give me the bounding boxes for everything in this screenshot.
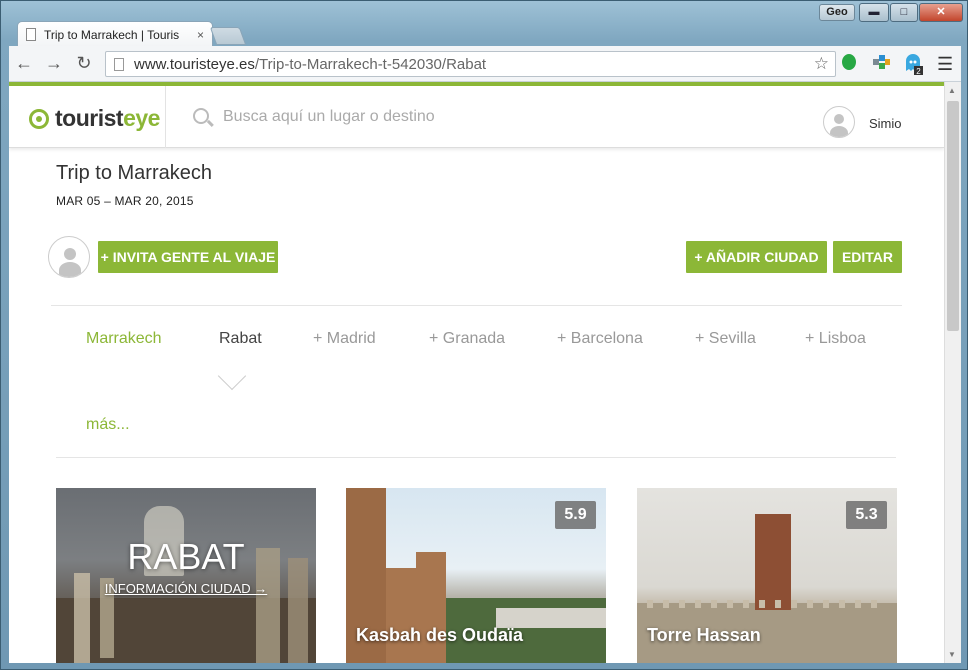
place-title: Kasbah des Oudaïa [356, 625, 524, 645]
reload-button[interactable]: ↻ [69, 53, 99, 74]
site-header: touristeye Simio [9, 86, 944, 148]
title-bar: Trip to Marrakech | Touris × Geo ▬ □ ✕ [1, 1, 968, 47]
add-city-button[interactable]: + AÑADIR CIUDAD [686, 241, 827, 273]
user-avatar[interactable] [823, 106, 855, 138]
trip-member-avatar[interactable] [48, 236, 90, 278]
page-icon [114, 57, 124, 71]
city-info-link[interactable]: INFORMACIÓN CIUDAD → [56, 581, 316, 596]
city-tab-barcelona[interactable]: + Barcelona [557, 330, 643, 348]
search-icon [193, 108, 209, 124]
selected-tab-chevron-icon [217, 361, 247, 391]
divider [56, 457, 896, 458]
tab-close-icon[interactable]: × [197, 28, 204, 42]
browser-window: Trip to Marrakech | Touris × Geo ▬ □ ✕ ←… [0, 0, 968, 670]
menu-icon[interactable]: ☰ [937, 54, 953, 75]
url-host: www.touristeye.es [134, 55, 255, 73]
scrollbar[interactable]: ▲ ▼ [944, 82, 961, 663]
extension-badge-count: 2 [916, 67, 921, 75]
city-tab-rabat[interactable]: Rabat [219, 330, 262, 348]
city-tab-granada[interactable]: + Granada [429, 330, 505, 348]
scroll-thumb[interactable] [947, 101, 959, 331]
address-bar[interactable]: www.touristeye.es/Trip-to-Marrakech-t-54… [105, 51, 836, 77]
edit-button[interactable]: EDITAR [833, 241, 902, 273]
forward-button[interactable]: → [39, 53, 69, 74]
logo-text-right: eye [123, 105, 160, 131]
tab-title: Trip to Marrakech | Touris [44, 27, 180, 42]
maximize-button[interactable]: □ [890, 3, 918, 22]
columns-shape [647, 600, 887, 608]
more-cities-link[interactable]: más... [86, 416, 130, 434]
place-score: 5.3 [846, 501, 887, 529]
tower-shape [755, 514, 791, 610]
username[interactable]: Simio [869, 116, 902, 131]
browser-toolbar: ← → ↻ www.touristeye.es/Trip-to-Marrakec… [9, 46, 961, 82]
scroll-up-icon[interactable]: ▲ [948, 86, 956, 95]
header-divider [165, 86, 166, 148]
invite-people-button[interactable]: + INVITA GENTE AL VIAJE [98, 241, 278, 273]
leaf-extension-icon[interactable] [839, 53, 859, 73]
place-score: 5.9 [555, 501, 596, 529]
card-city-name: RABAT [127, 536, 245, 577]
logo[interactable]: touristeye [29, 105, 160, 132]
divider [51, 305, 902, 306]
logo-mark-icon [29, 108, 49, 129]
bookmark-star-icon[interactable]: ☆ [814, 54, 829, 74]
back-button[interactable]: ← [9, 53, 39, 74]
new-tab-button[interactable] [209, 27, 247, 45]
page-icon [26, 28, 36, 41]
ghost-extension-icon[interactable]: 2 [903, 53, 923, 76]
tower-shape [416, 552, 446, 592]
minimize-button[interactable]: ▬ [859, 3, 889, 22]
page-viewport: touristeye Simio Trip to Marrakech MAR 0… [9, 82, 944, 663]
city-tab-sevilla[interactable]: + Sevilla [695, 330, 756, 348]
close-window-button[interactable]: ✕ [919, 3, 963, 22]
url-path: /Trip-to-Marrakech-t-542030/Rabat [254, 55, 487, 73]
place-card-torre-hassan[interactable]: 5.3 Torre Hassan [637, 488, 897, 663]
logo-text-left: tourist [55, 105, 124, 131]
city-card-rabat[interactable]: RABAT INFORMACIÓN CIUDAD → [56, 488, 316, 663]
trip-title: Trip to Marrakech [56, 162, 212, 184]
place-title: Torre Hassan [647, 625, 761, 645]
place-card-kasbah[interactable]: 5.9 Kasbah des Oudaïa [346, 488, 606, 663]
search-input[interactable] [223, 104, 643, 130]
trip-dates: MAR 05 – MAR 20, 2015 [56, 194, 194, 208]
city-tab-lisboa[interactable]: + Lisboa [805, 330, 866, 348]
browser-tab[interactable]: Trip to Marrakech | Touris × [17, 21, 213, 47]
city-tab-marrakech[interactable]: Marrakech [86, 330, 162, 348]
scroll-down-icon[interactable]: ▼ [948, 650, 956, 659]
puzzle-extension-icon[interactable] [871, 53, 891, 73]
city-tab-madrid[interactable]: + Madrid [313, 330, 376, 348]
url-text: www.touristeye.es/Trip-to-Marrakech-t-54… [134, 56, 486, 73]
profile-badge[interactable]: Geo [819, 4, 855, 21]
